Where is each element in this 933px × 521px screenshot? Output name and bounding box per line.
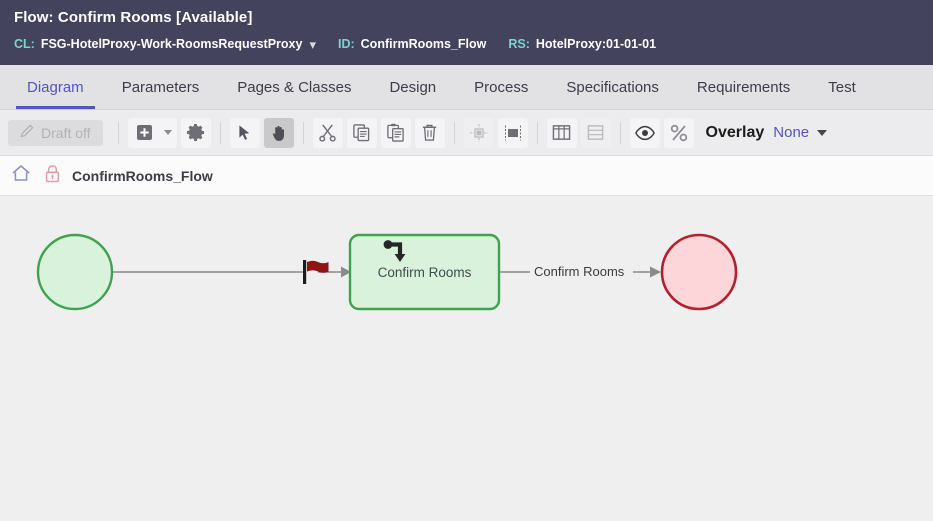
flow-designer-window: Flow: Confirm Rooms [Available] CL: FSG-… xyxy=(0,0,933,521)
breakpoint-flag-icon xyxy=(307,260,329,273)
id-value: ConfirmRooms_Flow xyxy=(360,37,487,51)
clipboard-icon xyxy=(386,123,405,142)
trash-icon xyxy=(420,123,439,142)
connector-label: Confirm Rooms xyxy=(531,264,628,279)
ruleset-label: RS: xyxy=(508,37,530,51)
preview-button[interactable] xyxy=(629,117,660,148)
tab-diagram[interactable]: Diagram xyxy=(8,65,103,109)
home-icon[interactable] xyxy=(10,162,32,189)
draft-toggle-label: Draft off xyxy=(41,124,91,141)
page-title: Flow: Confirm Rooms [Available] xyxy=(14,9,933,27)
eye-icon xyxy=(634,123,655,143)
copy-icon xyxy=(352,123,371,142)
start-event xyxy=(36,233,114,311)
delete-button[interactable] xyxy=(414,117,445,148)
percent-icon xyxy=(669,123,689,143)
align-grid-button[interactable] xyxy=(463,117,494,148)
breakpoint-pole xyxy=(303,260,307,284)
gear-icon xyxy=(186,123,205,142)
overlay-select-value[interactable]: None xyxy=(773,124,809,141)
tab-specifications[interactable]: Specifications xyxy=(547,65,678,109)
distribute-button[interactable] xyxy=(497,117,528,148)
pan-tool-button[interactable] xyxy=(263,117,294,148)
toolbar-divider xyxy=(302,121,304,144)
columns-layout-button[interactable] xyxy=(546,117,577,148)
diagram-toolbar: Draft off Overlay None xyxy=(0,110,933,156)
page-title-text: Flow: Confirm Rooms xyxy=(14,9,172,26)
toolbar-divider xyxy=(453,121,455,144)
grid-align-icon xyxy=(469,123,488,142)
plus-square-icon xyxy=(129,117,160,148)
breadcrumb: ConfirmRooms_Flow xyxy=(0,156,933,196)
hand-icon xyxy=(270,124,288,142)
id-label: ID: xyxy=(337,37,355,51)
toolbar-divider xyxy=(117,121,119,144)
ruleset-value: HotelProxy:01-01-01 xyxy=(535,37,657,51)
overlay-label: Overlay xyxy=(705,123,765,141)
class-value: FSG-HotelProxy-Work-RoomsRequestProxy xyxy=(40,37,303,51)
pencil-icon xyxy=(20,124,34,141)
rows-icon xyxy=(586,123,605,142)
toolbar-divider xyxy=(219,121,221,144)
tab-process[interactable]: Process xyxy=(455,65,547,109)
select-tool-button[interactable] xyxy=(229,117,260,148)
tab-bar: Diagram Parameters Pages & Classes Design Pr… xyxy=(0,65,933,110)
record-header: Flow: Confirm Rooms [Available] CL: FSG-… xyxy=(0,0,933,65)
arrowhead-to-end xyxy=(650,266,661,278)
cursor-arrow-icon xyxy=(236,124,253,141)
distribute-icon xyxy=(504,124,522,142)
class-label: CL: xyxy=(14,37,35,51)
paste-button[interactable] xyxy=(380,117,411,148)
cut-button[interactable] xyxy=(312,117,343,148)
rows-layout-button[interactable] xyxy=(580,117,611,148)
chevron-down-icon xyxy=(163,130,172,135)
tab-pages-classes[interactable]: Pages & Classes xyxy=(218,65,370,109)
scissors-icon xyxy=(318,123,337,142)
overlay-chevron-down-icon[interactable] xyxy=(817,129,828,136)
settings-button[interactable] xyxy=(180,117,211,148)
percent-button[interactable] xyxy=(663,117,694,148)
toolbar-divider xyxy=(536,121,538,144)
end-event xyxy=(660,233,738,311)
copy-button[interactable] xyxy=(346,117,377,148)
tab-requirements[interactable]: Requirements xyxy=(678,65,809,109)
lock-icon[interactable] xyxy=(44,164,61,188)
diagram-svg xyxy=(36,233,738,311)
record-meta: CL: FSG-HotelProxy-Work-RoomsRequestProx… xyxy=(14,36,933,52)
diagram-canvas[interactable]: Confirm Rooms Confirm Rooms Hacked to sa… xyxy=(0,196,933,521)
columns-icon xyxy=(552,123,571,142)
breadcrumb-label[interactable]: ConfirmRooms_Flow xyxy=(72,168,213,184)
confirm-rooms-task xyxy=(348,233,501,311)
availability-status: [Available] xyxy=(176,9,253,26)
toolbar-divider xyxy=(619,121,621,144)
draft-toggle-button[interactable]: Draft off xyxy=(8,119,103,146)
tab-design[interactable]: Design xyxy=(370,65,455,109)
tab-parameters[interactable]: Parameters xyxy=(103,65,219,109)
tab-test[interactable]: Test xyxy=(809,65,875,109)
add-shape-button[interactable] xyxy=(127,117,177,148)
class-chevron-down-icon[interactable]: ▾ xyxy=(309,37,316,53)
